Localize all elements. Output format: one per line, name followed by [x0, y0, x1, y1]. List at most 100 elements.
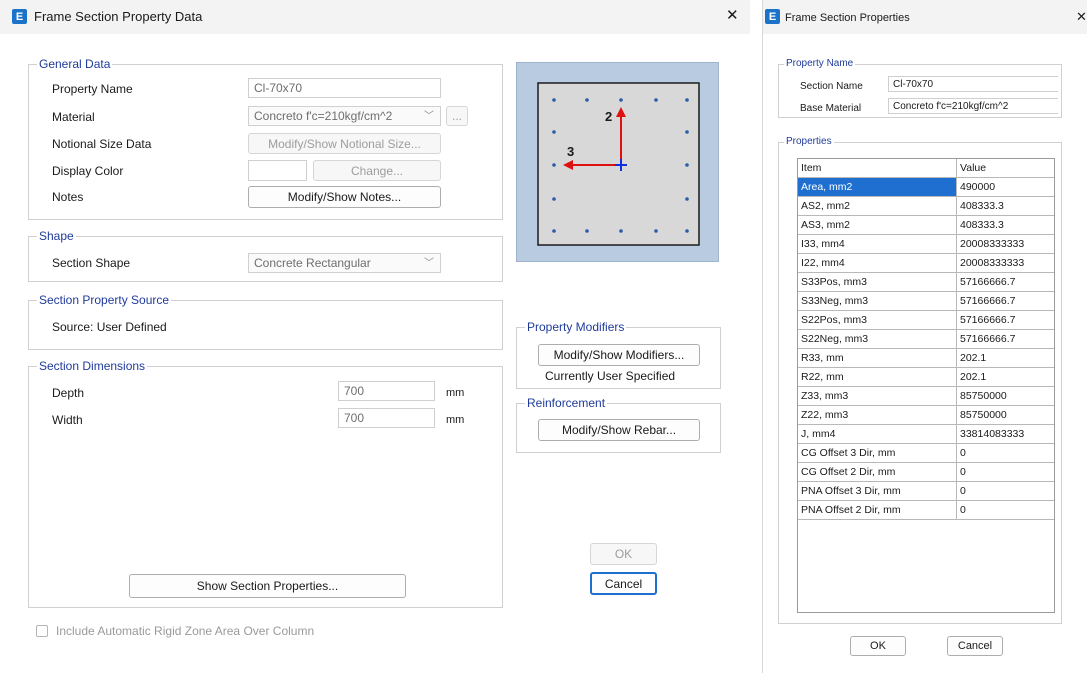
row-item: R33, mm	[798, 348, 957, 368]
properties-table-frame: Item Value Area, mm2 490000 AS2, mm2 40833…	[797, 158, 1055, 613]
notes-button[interactable]: Modify/Show Notes...	[248, 186, 441, 208]
row-item: PNA Offset 3 Dir, mm	[798, 481, 957, 501]
section-property-source-legend: Section Property Source	[37, 293, 172, 307]
display-color-swatch[interactable]	[248, 160, 307, 181]
right-cancel-button[interactable]: Cancel	[947, 636, 1003, 656]
row-item: J, mm4	[798, 424, 957, 444]
table-row[interactable]: R22, mm 202.1	[798, 367, 1054, 387]
modifiers-status: Currently User Specified	[545, 369, 676, 383]
section-shape-value: Concrete Rectangular	[254, 256, 371, 270]
cancel-button[interactable]: Cancel	[590, 572, 657, 595]
row-value: 202.1	[956, 348, 1054, 368]
properties-legend: Properties	[784, 135, 834, 149]
right-ok-button[interactable]: OK	[850, 636, 906, 656]
modify-rebar-button[interactable]: Modify/Show Rebar...	[538, 419, 700, 441]
depth-input[interactable]: 700	[338, 381, 435, 401]
table-row[interactable]: CG Offset 2 Dir, mm 0	[798, 462, 1054, 482]
chevron-down-icon: ﹀	[424, 258, 434, 269]
rebar-dot	[552, 130, 556, 134]
table-row[interactable]: CG Offset 3 Dir, mm 0	[798, 443, 1054, 463]
depth-unit: mm	[446, 387, 465, 399]
row-item: R22, mm	[798, 367, 957, 387]
section-dimensions-legend: Section Dimensions	[37, 359, 148, 373]
rebar-dot	[654, 98, 658, 102]
row-value: 33814083333	[956, 424, 1054, 444]
row-item: I22, mm4	[798, 253, 957, 273]
row-value: 85750000	[956, 386, 1054, 406]
right-close-icon[interactable]: ✕	[1076, 10, 1087, 24]
row-value: 0	[956, 462, 1054, 482]
table-row[interactable]: S22Pos, mm3 57166666.7	[798, 310, 1054, 330]
general-data-legend: General Data	[37, 57, 113, 71]
table-row[interactable]: PNA Offset 3 Dir, mm 0	[798, 481, 1054, 501]
width-input[interactable]: 700	[338, 408, 435, 428]
row-value: 57166666.7	[956, 329, 1054, 349]
table-row[interactable]: Area, mm2 490000	[798, 177, 1054, 197]
material-more-button[interactable]: ...	[446, 106, 468, 126]
table-row[interactable]: R33, mm 202.1	[798, 348, 1054, 368]
row-value: 408333.3	[956, 196, 1054, 216]
change-color-button[interactable]: Change...	[313, 160, 441, 181]
table-row[interactable]: PNA Offset 2 Dir, mm 0	[798, 500, 1054, 520]
rebar-dot	[685, 130, 689, 134]
row-item: S33Pos, mm3	[798, 272, 957, 292]
table-row[interactable]: S33Neg, mm3 57166666.7	[798, 291, 1054, 311]
display-color-label: Display Color	[52, 164, 124, 178]
rebar-dot	[654, 229, 658, 233]
row-item: Area, mm2	[798, 177, 957, 197]
row-item: CG Offset 2 Dir, mm	[798, 462, 957, 482]
row-value: 202.1	[956, 367, 1054, 387]
row-item: I33, mm4	[798, 234, 957, 254]
rebar-dot	[585, 229, 589, 233]
table-row[interactable]: AS2, mm2 408333.3	[798, 196, 1054, 216]
table-row[interactable]: Z22, mm3 85750000	[798, 405, 1054, 425]
base-material-label: Base Material	[800, 103, 862, 114]
frame-section-property-data-window: E Frame Section Property Data ✕ General …	[0, 0, 750, 673]
properties-header-row: Item Value	[798, 159, 1054, 178]
left-close-icon[interactable]: ✕	[726, 8, 739, 23]
row-item: S33Neg, mm3	[798, 291, 957, 311]
section-preview-drawing: 2 3	[537, 82, 700, 246]
notional-size-label: Notional Size Data	[52, 137, 152, 151]
row-value: 20008333333	[956, 253, 1054, 273]
base-material-field: Concreto f'c=210kgf/cm^2	[888, 98, 1058, 114]
row-value: 20008333333	[956, 234, 1054, 254]
properties-table: Item Value Area, mm2 490000 AS2, mm2 40833…	[798, 159, 1054, 520]
column-header-item: Item	[798, 159, 957, 178]
rebar-dot	[552, 98, 556, 102]
material-select[interactable]: Concreto f'c=210kgf/cm^2 ﹀	[248, 106, 441, 126]
material-label: Material	[52, 110, 95, 124]
show-section-properties-button[interactable]: Show Section Properties...	[129, 574, 406, 598]
reinforcement-legend: Reinforcement	[525, 396, 608, 410]
property-name-label: Property Name	[52, 82, 133, 96]
right-window-title: Frame Section Properties	[785, 12, 910, 24]
ok-button[interactable]: OK	[590, 543, 657, 565]
rigid-zone-checkbox[interactable]	[36, 625, 48, 637]
property-name-input[interactable]: Cl-70x70	[248, 78, 441, 98]
rebar-dot	[685, 98, 689, 102]
row-value: 57166666.7	[956, 310, 1054, 330]
table-row[interactable]: I33, mm4 20008333333	[798, 234, 1054, 254]
source-text: Source: User Defined	[52, 320, 167, 334]
table-row[interactable]: Z33, mm3 85750000	[798, 386, 1054, 406]
section-shape-select[interactable]: Concrete Rectangular ﹀	[248, 253, 441, 273]
row-value: 490000	[956, 177, 1054, 197]
app-icon: E	[12, 9, 27, 24]
section-name-field: Cl-70x70	[888, 76, 1058, 92]
row-value: 408333.3	[956, 215, 1054, 235]
rigid-zone-label: Include Automatic Rigid Zone Area Over C…	[56, 624, 315, 638]
modify-modifiers-button[interactable]: Modify/Show Modifiers...	[538, 344, 700, 366]
table-row[interactable]: S22Neg, mm3 57166666.7	[798, 329, 1054, 349]
table-row[interactable]: I22, mm4 20008333333	[798, 253, 1054, 273]
section-dimensions-group: Section Dimensions	[28, 359, 503, 608]
axis-3-label: 3	[567, 144, 574, 159]
notional-size-button[interactable]: Modify/Show Notional Size...	[248, 133, 441, 154]
left-titlebar: E Frame Section Property Data ✕	[0, 0, 750, 34]
table-row[interactable]: S33Pos, mm3 57166666.7	[798, 272, 1054, 292]
property-name-legend: Property Name	[784, 57, 856, 71]
chevron-down-icon: ﹀	[424, 111, 434, 122]
table-row[interactable]: AS3, mm2 408333.3	[798, 215, 1054, 235]
table-row[interactable]: J, mm4 33814083333	[798, 424, 1054, 444]
row-value: 0	[956, 481, 1054, 501]
rebar-dot	[619, 98, 623, 102]
